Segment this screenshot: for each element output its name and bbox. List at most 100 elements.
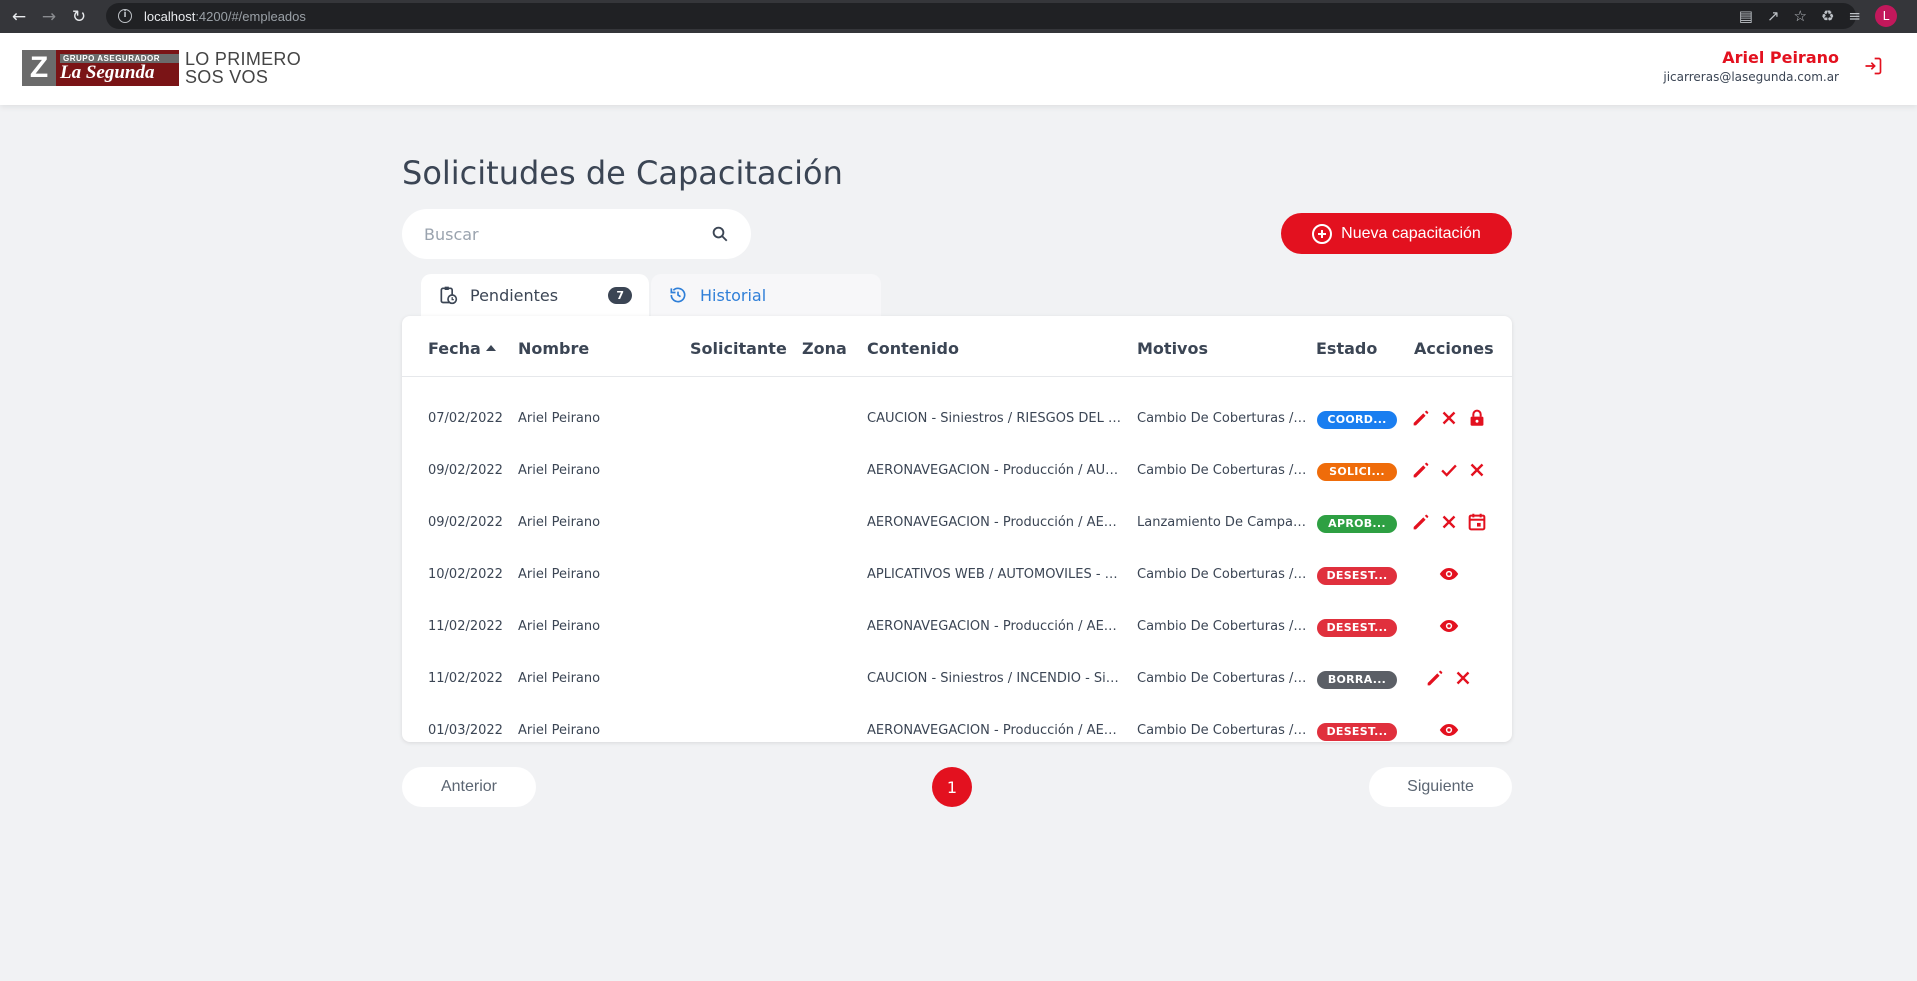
url-host: localhost <box>144 8 196 24</box>
view-icon[interactable] <box>1438 615 1460 637</box>
bookmark-star-icon[interactable]: ☆ <box>1794 7 1807 25</box>
cell-motivos: Cambio De Coberturas / ... <box>1137 671 1307 686</box>
status-badge: COORD... <box>1317 411 1397 429</box>
tab-pendientes[interactable]: Pendientes 7 <box>421 274 649 316</box>
logo-brand-text: La Segunda <box>60 61 155 83</box>
back-icon[interactable]: ← <box>4 7 34 27</box>
share-icon[interactable]: ↗ <box>1767 7 1780 25</box>
browser-toolbar: ← → ↻ i localhost:4200/#/empleados ▤ ↗ ☆… <box>0 0 1917 33</box>
next-page-button[interactable]: Siguiente <box>1369 767 1512 807</box>
table-header: Fecha Nombre Solicitante Zona Contenido … <box>402 316 1512 377</box>
site-info-icon[interactable]: i <box>118 9 132 23</box>
previous-page-button[interactable]: Anterior <box>402 767 536 807</box>
close-icon[interactable] <box>1466 459 1488 481</box>
cell-fecha: 11/02/2022 <box>428 619 503 634</box>
cell-contenido: AERONAVEGACIÓN - Producción / AERO... <box>867 723 1122 738</box>
tab-historial[interactable]: Historial <box>651 274 881 316</box>
col-fecha[interactable]: Fecha <box>428 339 496 358</box>
logo-slogan: LO PRIMERO SOS VOS <box>185 50 301 86</box>
close-icon[interactable] <box>1452 667 1474 689</box>
search-input[interactable] <box>424 224 711 244</box>
profile-avatar[interactable]: L <box>1875 5 1897 27</box>
pending-count-badge: 7 <box>608 286 632 304</box>
translate-icon[interactable]: ▤ <box>1739 7 1753 25</box>
row-actions <box>1410 511 1488 533</box>
tab-pendientes-label: Pendientes <box>470 285 559 305</box>
cell-motivos: Cambio De Coberturas / ... <box>1137 411 1307 426</box>
reading-list-icon[interactable]: ≡ <box>1848 7 1861 25</box>
cell-nombre: Ariel Peirano <box>518 671 601 686</box>
row-actions <box>1410 407 1488 429</box>
search-icon[interactable] <box>711 225 729 243</box>
cell-motivos: Cambio De Coberturas / L... <box>1137 723 1307 738</box>
page-number-button[interactable]: 1 <box>932 767 972 807</box>
user-email: jicarreras@lasegunda.com.ar <box>1663 70 1839 84</box>
edit-icon[interactable] <box>1424 667 1446 689</box>
status-badge: DESEST... <box>1317 723 1397 741</box>
view-icon[interactable] <box>1438 719 1460 741</box>
new-training-button[interactable]: Nueva capacitación <box>1281 213 1512 254</box>
cell-contenido: CAUCIÓN - Siniestros / RIESGOS DEL TR... <box>867 411 1122 426</box>
company-logo[interactable]: Z GRUPO ASEGURADOR La Segunda LO PRIMERO… <box>22 50 301 86</box>
status-badge: DESEST... <box>1317 619 1397 637</box>
cell-fecha: 11/02/2022 <box>428 671 503 686</box>
add-circle-icon <box>1312 223 1333 244</box>
close-icon[interactable] <box>1438 511 1460 533</box>
cell-motivos: Cambio De Coberturas / ... <box>1137 463 1307 478</box>
check-icon[interactable] <box>1438 459 1460 481</box>
col-zona[interactable]: Zona <box>802 339 847 358</box>
cell-contenido: AERONAVEGACIÓN - Producción / AERO... <box>867 619 1122 634</box>
row-actions <box>1410 459 1488 481</box>
cell-nombre: Ariel Peirano <box>518 515 601 530</box>
tab-historial-label: Historial <box>700 285 767 305</box>
logo-mark: Z GRUPO ASEGURADOR La Segunda <box>22 50 179 86</box>
cell-fecha: 09/02/2022 <box>428 463 503 478</box>
search-box[interactable] <box>402 209 751 259</box>
status-badge: DESEST... <box>1317 567 1397 585</box>
edit-icon[interactable] <box>1410 511 1432 533</box>
col-nombre[interactable]: Nombre <box>518 339 589 358</box>
page-title: Solicitudes de Capacitación <box>402 154 843 192</box>
cell-nombre: Ariel Peirano <box>518 723 601 738</box>
logout-icon[interactable] <box>1863 55 1883 77</box>
clipboard-clock-icon <box>440 286 458 305</box>
table-row: 10/02/2022 Ariel Peirano APLICATIVOS WEB /… <box>402 550 1512 602</box>
cell-nombre: Ariel Peirano <box>518 411 601 426</box>
app-header: Z GRUPO ASEGURADOR La Segunda LO PRIMERO… <box>0 33 1917 105</box>
user-info: Ariel Peirano jicarreras@lasegunda.com.a… <box>1663 48 1839 84</box>
table-row: 09/02/2022 Ariel Peirano AERONAVEGACIÓN - … <box>402 498 1512 550</box>
cell-contenido: CAUCIÓN - Siniestros / INCENDIO - Sinie.… <box>867 671 1122 686</box>
cell-contenido: APLICATIVOS WEB / AUTOMÓVILES - Sini... <box>867 567 1122 582</box>
slogan-line-2: SOS VOS <box>185 67 269 87</box>
table-row: 11/02/2022 Ariel Peirano CAUCIÓN - Siniest… <box>402 654 1512 706</box>
cell-fecha: 10/02/2022 <box>428 567 503 582</box>
lock-icon[interactable] <box>1466 407 1488 429</box>
table-row: 07/02/2022 Ariel Peirano CAUCIÓN - Siniest… <box>402 394 1512 446</box>
status-badge: BORRA... <box>1317 671 1397 689</box>
col-estado[interactable]: Estado <box>1316 339 1377 358</box>
extensions-icon[interactable]: ♻ <box>1821 7 1834 25</box>
table-row: 11/02/2022 Ariel Peirano AERONAVEGACIÓN - … <box>402 602 1512 654</box>
col-contenido[interactable]: Contenido <box>867 339 959 358</box>
close-icon[interactable] <box>1438 407 1460 429</box>
edit-icon[interactable] <box>1410 459 1432 481</box>
address-bar[interactable]: i localhost:4200/#/empleados <box>106 3 1856 29</box>
address-url[interactable]: localhost:4200/#/empleados <box>144 9 306 24</box>
row-actions <box>1438 615 1460 637</box>
col-motivos[interactable]: Motivos <box>1137 339 1208 358</box>
sort-asc-icon <box>485 345 496 351</box>
row-actions <box>1438 719 1460 741</box>
reload-icon[interactable]: ↻ <box>64 7 94 27</box>
view-icon[interactable] <box>1438 563 1460 585</box>
history-icon <box>670 287 686 303</box>
url-path: :4200/#/empleados <box>195 8 306 24</box>
col-solicitante[interactable]: Solicitante <box>690 339 787 358</box>
edit-icon[interactable] <box>1410 407 1432 429</box>
cell-nombre: Ariel Peirano <box>518 619 601 634</box>
table-row: 09/02/2022 Ariel Peirano AERONAVEGACIÓN - … <box>402 446 1512 498</box>
forward-icon[interactable]: → <box>34 7 64 27</box>
requests-table: Fecha Nombre Solicitante Zona Contenido … <box>402 316 1512 742</box>
cell-motivos: Lanzamiento De Campañ... <box>1137 515 1307 530</box>
cell-contenido: AERONAVEGACIÓN - Producción / AERO... <box>867 515 1122 530</box>
calendar-icon[interactable] <box>1466 511 1488 533</box>
